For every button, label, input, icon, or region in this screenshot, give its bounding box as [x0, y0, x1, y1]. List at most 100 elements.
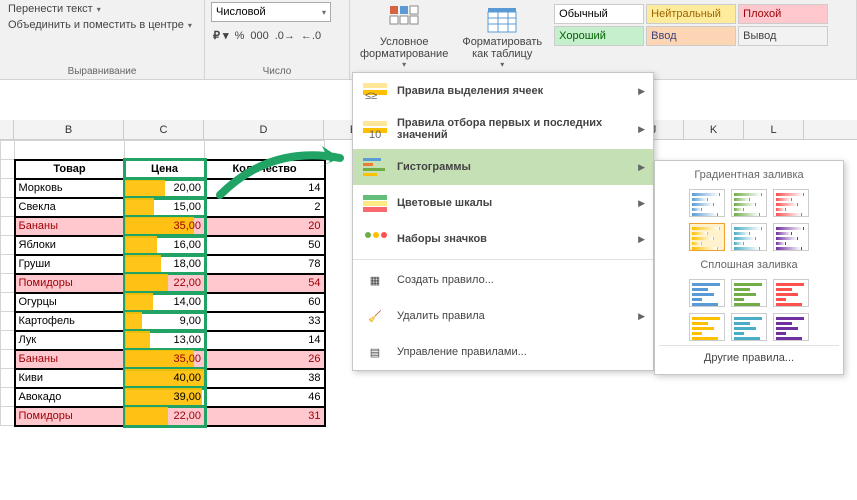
data-bar-swatch[interactable] — [689, 279, 725, 307]
decrease-decimal-button[interactable]: ←.0 — [299, 29, 323, 43]
cell-qty[interactable]: 38 — [205, 369, 325, 388]
wrap-text-button[interactable]: Перенести текст ▾ — [6, 2, 198, 16]
cell-price[interactable]: 35,00 — [125, 217, 205, 236]
col-header-C[interactable]: C — [124, 120, 204, 139]
menu-icon-sets[interactable]: Наборы значков ▶ — [353, 221, 653, 257]
menu-color-scales[interactable]: Цветовые шкалы ▶ — [353, 185, 653, 221]
data-bar-swatch[interactable] — [773, 223, 809, 251]
cell-price[interactable]: 14,00 — [125, 293, 205, 312]
data-bar-swatch[interactable] — [773, 313, 809, 341]
cell-name[interactable]: Груши — [15, 255, 125, 274]
data-bar-swatch[interactable] — [731, 189, 767, 217]
cell-name[interactable]: Помидоры — [15, 274, 125, 293]
cell-name[interactable]: Огурцы — [15, 293, 125, 312]
menu-label: Наборы значков — [397, 233, 487, 245]
cell-qty[interactable]: 26 — [205, 350, 325, 369]
data-bar-swatch[interactable] — [731, 313, 767, 341]
cell-qty[interactable]: 14 — [205, 331, 325, 350]
menu-data-bars[interactable]: Гистограммы ▶ — [353, 149, 653, 185]
cell-name[interactable]: Картофель — [15, 312, 125, 331]
solid-swatches — [659, 275, 839, 345]
data-bar-swatch[interactable] — [689, 223, 725, 251]
menu-top-bottom-rules[interactable]: 10 Правила отбора первых и последних зна… — [353, 109, 653, 149]
data-bars-submenu: Градиентная заливка Сплошная заливка Дру… — [654, 160, 844, 375]
cell-qty[interactable]: 20 — [205, 217, 325, 236]
style-output[interactable]: Вывод — [738, 26, 828, 46]
conditional-formatting-menu: ≤≥ Правила выделения ячеек ▶ 10 Правила … — [352, 72, 654, 371]
cell-qty[interactable]: 54 — [205, 274, 325, 293]
cell-price[interactable]: 9,00 — [125, 312, 205, 331]
number-format-select[interactable]: Числовой ▾ — [211, 2, 331, 22]
cell-qty[interactable]: 46 — [205, 388, 325, 407]
cell-qty[interactable]: 31 — [205, 407, 325, 426]
cell-qty[interactable]: 33 — [205, 312, 325, 331]
cell-price[interactable]: 22,00 — [125, 274, 205, 293]
cell-price[interactable]: 39,00 — [125, 388, 205, 407]
cell-qty[interactable]: 14 — [205, 179, 325, 198]
cell-price[interactable]: 13,00 — [125, 331, 205, 350]
format-as-table-button[interactable]: Форматировать как таблицу ▾ — [458, 2, 546, 77]
col-header-L[interactable]: L — [744, 120, 804, 139]
cell-qty[interactable]: 2 — [205, 198, 325, 217]
style-input[interactable]: Ввод — [646, 26, 736, 46]
arrow-right-icon: ▶ — [638, 198, 645, 209]
cell-qty[interactable]: 78 — [205, 255, 325, 274]
cell-name[interactable]: Бананы — [15, 217, 125, 236]
col-header-D[interactable]: D — [204, 120, 324, 139]
style-good[interactable]: Хороший — [554, 26, 644, 46]
menu-new-rule[interactable]: ▦ Создать правило... — [353, 262, 653, 298]
data-bar-swatch[interactable] — [689, 189, 725, 217]
merge-center-button[interactable]: Объединить и поместить в центре ▾ — [6, 18, 198, 32]
col-header-B[interactable]: B — [14, 120, 124, 139]
conditional-formatting-icon — [388, 4, 420, 36]
cell-name[interactable]: Бананы — [15, 350, 125, 369]
worksheet[interactable]: ТоварЦенаКоличествоМорковь20,0014Свекла1… — [0, 140, 326, 427]
solid-fill-label: Сплошная заливка — [659, 255, 839, 275]
table-row: Лук13,0014 — [1, 331, 325, 350]
style-bad[interactable]: Плохой — [738, 4, 828, 24]
cell-name[interactable]: Помидоры — [15, 407, 125, 426]
percent-button[interactable]: % — [233, 29, 247, 43]
data-bar-swatch[interactable] — [731, 223, 767, 251]
format-as-table-icon — [486, 4, 518, 36]
cell-name[interactable]: Яблоки — [15, 236, 125, 255]
menu-highlight-rules[interactable]: ≤≥ Правила выделения ячеек ▶ — [353, 73, 653, 109]
chevron-down-icon: ▾ — [500, 60, 504, 69]
gradient-fill-label: Градиентная заливка — [659, 165, 839, 185]
cell-price[interactable]: 18,00 — [125, 255, 205, 274]
header-qty: Количество — [205, 160, 325, 179]
highlight-rules-icon: ≤≥ — [363, 81, 387, 101]
menu-manage-rules[interactable]: ▤ Управление правилами... — [353, 334, 653, 370]
cell-price[interactable]: 35,00 — [125, 350, 205, 369]
table-row: Яблоки16,0050 — [1, 236, 325, 255]
cell-price[interactable]: 16,00 — [125, 236, 205, 255]
style-neutral[interactable]: Нейтральный — [646, 4, 736, 24]
comma-button[interactable]: 000 — [248, 29, 270, 43]
style-normal[interactable]: Обычный — [554, 4, 644, 24]
cell-name[interactable]: Морковь — [15, 179, 125, 198]
menu-label: Правила отбора первых и последних значен… — [397, 117, 643, 141]
cell-price[interactable]: 22,00 — [125, 407, 205, 426]
more-rules-button[interactable]: Другие правила... — [659, 345, 839, 370]
group-label-alignment: Выравнивание — [0, 66, 204, 79]
data-bar-swatch[interactable] — [773, 189, 809, 217]
cell-name[interactable]: Свекла — [15, 198, 125, 217]
menu-label: Цветовые шкалы — [397, 197, 492, 209]
data-bar-swatch[interactable] — [731, 279, 767, 307]
cell-name[interactable]: Авокадо — [15, 388, 125, 407]
cell-qty[interactable]: 50 — [205, 236, 325, 255]
currency-button[interactable]: ₽ ▾ — [211, 28, 231, 43]
cell-styles-gallery[interactable]: Обычный Нейтральный Плохой Хороший Ввод … — [552, 2, 830, 77]
cell-name[interactable]: Киви — [15, 369, 125, 388]
cell-name[interactable]: Лук — [15, 331, 125, 350]
cell-qty[interactable]: 60 — [205, 293, 325, 312]
col-header-K[interactable]: K — [684, 120, 744, 139]
menu-clear-rules[interactable]: 🧹 Удалить правила ▶ — [353, 298, 653, 334]
data-bar-swatch[interactable] — [773, 279, 809, 307]
cell-price[interactable]: 15,00 — [125, 198, 205, 217]
cell-price[interactable]: 40,00 — [125, 369, 205, 388]
increase-decimal-button[interactable]: .0→ — [273, 29, 297, 43]
conditional-formatting-button[interactable]: Условное форматирование ▾ — [356, 2, 452, 77]
cell-price[interactable]: 20,00 — [125, 179, 205, 198]
data-bar-swatch[interactable] — [689, 313, 725, 341]
